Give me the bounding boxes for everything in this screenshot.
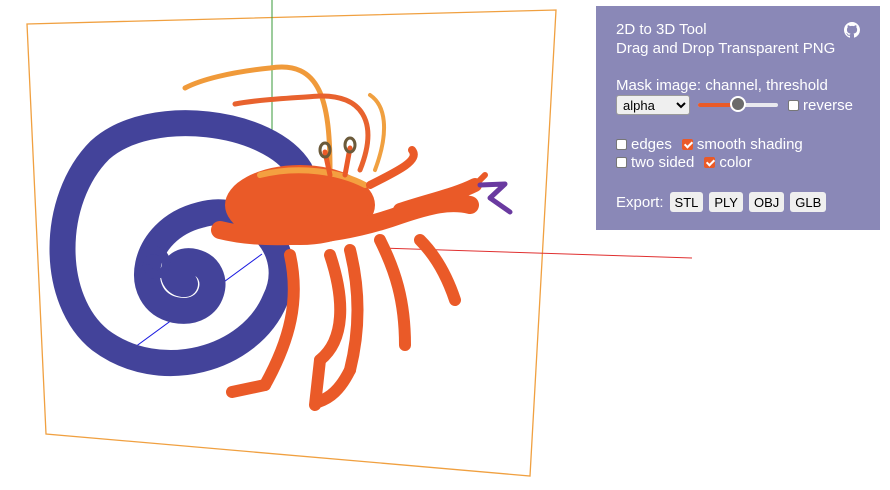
smooth-shading-option[interactable]: smooth shading	[681, 136, 803, 153]
edges-label: edges	[631, 136, 672, 153]
smooth-shading-checkbox[interactable]	[681, 139, 693, 150]
smooth-shading-label: smooth shading	[696, 136, 803, 153]
export-ply-button[interactable]: PLY	[709, 192, 743, 212]
reverse-label: reverse	[803, 96, 854, 114]
export-obj-button[interactable]: OBJ	[748, 192, 785, 212]
export-row: Export: STL PLY OBJ GLB	[616, 192, 827, 212]
threshold-slider[interactable]	[698, 96, 778, 113]
color-option[interactable]: color	[704, 154, 752, 171]
channel-select[interactable]: alpha	[616, 95, 690, 115]
mask-controls: alpha reverse	[616, 95, 863, 115]
slider-thumb[interactable]	[730, 96, 746, 112]
reverse-option[interactable]: reverse	[788, 97, 853, 114]
github-icon[interactable]	[844, 22, 860, 38]
two-sided-option[interactable]: two sided	[616, 154, 694, 171]
mask-label: Mask image: channel, threshold	[616, 77, 828, 94]
edges-option[interactable]: edges	[616, 136, 672, 153]
display-options-row-1: edges smooth shading	[616, 136, 813, 153]
app-title: 2D to 3D Tool	[616, 21, 707, 38]
display-options-row-2: two sided color	[616, 154, 762, 171]
two-sided-checkbox[interactable]	[616, 157, 627, 168]
reverse-checkbox[interactable]	[788, 99, 799, 111]
export-label: Export:	[616, 193, 664, 211]
edges-checkbox[interactable]	[616, 139, 627, 150]
color-label: color	[719, 154, 752, 171]
export-glb-button[interactable]: GLB	[790, 192, 827, 212]
app-subtitle: Drag and Drop Transparent PNG	[616, 40, 836, 57]
two-sided-label: two sided	[631, 154, 695, 171]
control-panel: 2D to 3D Tool Drag and Drop Transparent …	[596, 6, 880, 230]
color-checkbox[interactable]	[704, 157, 716, 168]
export-stl-button[interactable]: STL	[669, 192, 704, 212]
